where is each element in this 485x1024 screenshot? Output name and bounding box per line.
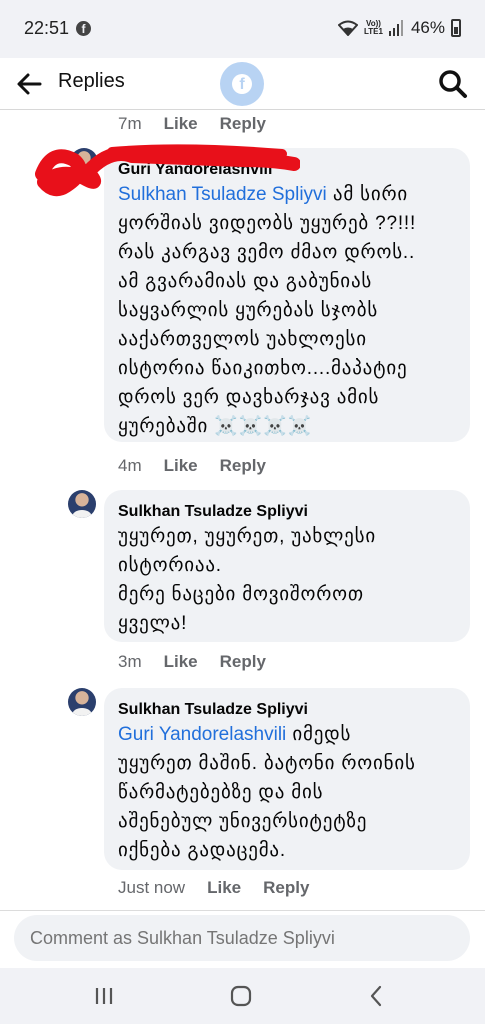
comment-actions: 3m Like Reply [118, 652, 266, 672]
status-bar: 22:51 f Vo)) LTE1 46% [0, 0, 485, 58]
reply-button[interactable]: Reply [263, 878, 309, 898]
app-bar: Replies f [0, 58, 485, 110]
like-button[interactable]: Like [164, 456, 198, 476]
comment-author[interactable]: Sulkhan Tsuladze Spliyvi [118, 502, 454, 522]
avatar[interactable] [68, 490, 96, 518]
volte-icon: Vo)) LTE1 [364, 19, 383, 36]
mention-link[interactable]: Guri Yandorelashvili [118, 724, 286, 745]
comment-text: უყურეთ, უყურეთ, უახლესი ისტორიაა. მერე ნ… [118, 526, 376, 634]
comment-text: Guri Yandorelashvili იმედს უყურეთ მაშინ.… [118, 724, 416, 861]
wifi-icon [338, 20, 358, 36]
page-title: Replies [58, 70, 125, 92]
like-button[interactable]: Like [164, 114, 198, 134]
reply-button[interactable]: Reply [220, 456, 266, 476]
comment-thread[interactable]: 7m Like Reply Guri Yandorelashvili Sulkh… [0, 110, 485, 910]
like-button[interactable]: Like [207, 878, 241, 898]
battery-percent: 46% [410, 18, 445, 37]
comment-time: 7m [118, 114, 142, 133]
comment-time: Just now [118, 878, 186, 897]
battery-icon [451, 19, 461, 37]
comment-author[interactable]: Sulkhan Tsuladze Spliyvi [118, 700, 454, 720]
facebook-notification-icon: f [76, 21, 91, 36]
comment-time: 4m [118, 456, 142, 475]
home-icon[interactable] [229, 984, 253, 1008]
like-button[interactable]: Like [164, 652, 198, 672]
comment-actions: 7m Like Reply [118, 114, 266, 134]
status-time: 22:51 [24, 18, 70, 38]
system-nav-bar [0, 968, 485, 1024]
comment-bubble: Sulkhan Tsuladze Spliyvi Guri Yandorelas… [104, 688, 470, 870]
redaction-scribble [35, 144, 300, 197]
comment-actions: Just now Like Reply [118, 878, 309, 898]
comment-composer [0, 910, 485, 968]
comment-time: 3m [118, 652, 142, 671]
comment-bubble: Sulkhan Tsuladze Spliyvi უყურეთ, უყურეთ,… [104, 490, 470, 642]
reply-button[interactable]: Reply [220, 652, 266, 672]
facebook-logo-icon: f [220, 62, 264, 106]
comment-actions: 4m Like Reply [118, 456, 266, 476]
signal-icon [388, 20, 403, 36]
back-icon[interactable] [365, 984, 389, 1008]
comment-input[interactable] [14, 915, 470, 961]
back-arrow-icon[interactable] [14, 68, 46, 100]
search-icon[interactable] [437, 68, 469, 100]
status-icons: Vo)) LTE1 46% [338, 18, 461, 38]
recent-apps-icon[interactable] [92, 984, 116, 1008]
avatar[interactable] [68, 688, 96, 716]
comment-text: Sulkhan Tsuladze Spliyvi ამ სირი ყორშიას… [118, 184, 417, 437]
reply-button[interactable]: Reply [220, 114, 266, 134]
